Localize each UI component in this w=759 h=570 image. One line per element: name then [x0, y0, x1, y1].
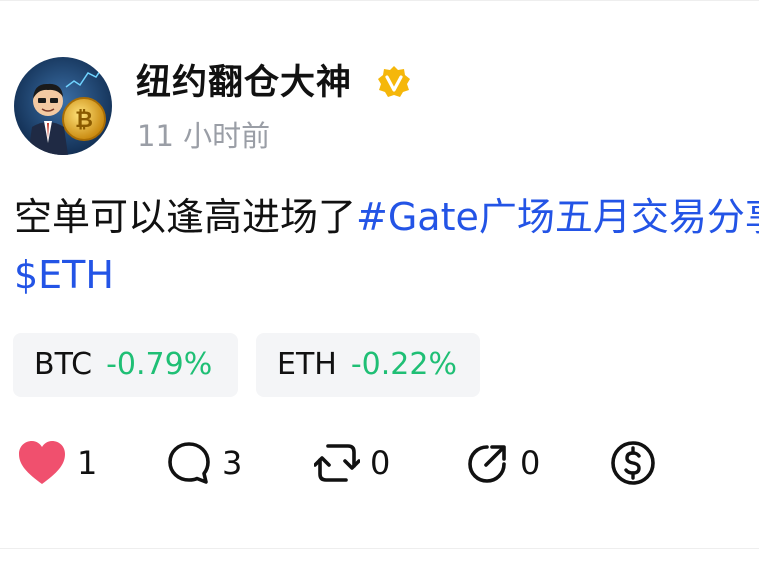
repost-count: 0 [370, 444, 391, 482]
post-text-plain: 空单可以逢高进场了 [14, 195, 357, 239]
avatar[interactable]: ₿ [14, 57, 112, 155]
repost-button[interactable]: 0 [314, 438, 390, 488]
heart-icon [19, 441, 65, 484]
post-timestamp: 11 小时前 [137, 119, 271, 153]
post-card: ₿ 纽约翻仓大神 11 小时前 空单可以逢高进场了#Gate广场五月交易分享 $… [0, 0, 759, 570]
post-hashtag-link[interactable]: #Gate广场五月交易分享 [356, 195, 759, 239]
verified-badge-icon [376, 64, 412, 100]
share-button[interactable]: 0 [464, 438, 540, 488]
share-arrow-icon [468, 445, 506, 483]
ticker-change: -0.79% [106, 347, 213, 382]
share-count: 0 [520, 444, 541, 482]
tip-button[interactable] [609, 438, 657, 488]
dollar-coin-icon [611, 441, 655, 485]
like-count: 1 [77, 444, 98, 482]
ticker-symbol: ETH [277, 347, 337, 382]
ticker-change: -0.22% [350, 347, 457, 382]
post-body: 空单可以逢高进场了#Gate广场五月交易分享 $ETH [14, 188, 759, 308]
post-cashtag-link[interactable]: $ETH [14, 253, 114, 297]
repost-icon [314, 444, 360, 482]
ticker-chip-btc[interactable]: BTC -0.79% [13, 333, 238, 397]
author-name[interactable]: 纽约翻仓大神 [136, 58, 352, 108]
post-body-line-1: 空单可以逢高进场了#Gate广场五月交易分享 [14, 188, 759, 246]
comment-bubble-icon [168, 442, 210, 484]
comment-button[interactable]: 3 [166, 438, 242, 488]
bottom-divider [0, 548, 759, 549]
svg-text:₿: ₿ [75, 108, 93, 133]
top-divider [0, 0, 759, 1]
comment-count: 3 [222, 444, 243, 482]
post-body-line-2: $ETH [14, 246, 759, 304]
ticker-chip-eth[interactable]: ETH -0.22% [256, 333, 480, 397]
like-button[interactable]: 1 [17, 438, 97, 488]
ticker-symbol: BTC [34, 347, 93, 382]
